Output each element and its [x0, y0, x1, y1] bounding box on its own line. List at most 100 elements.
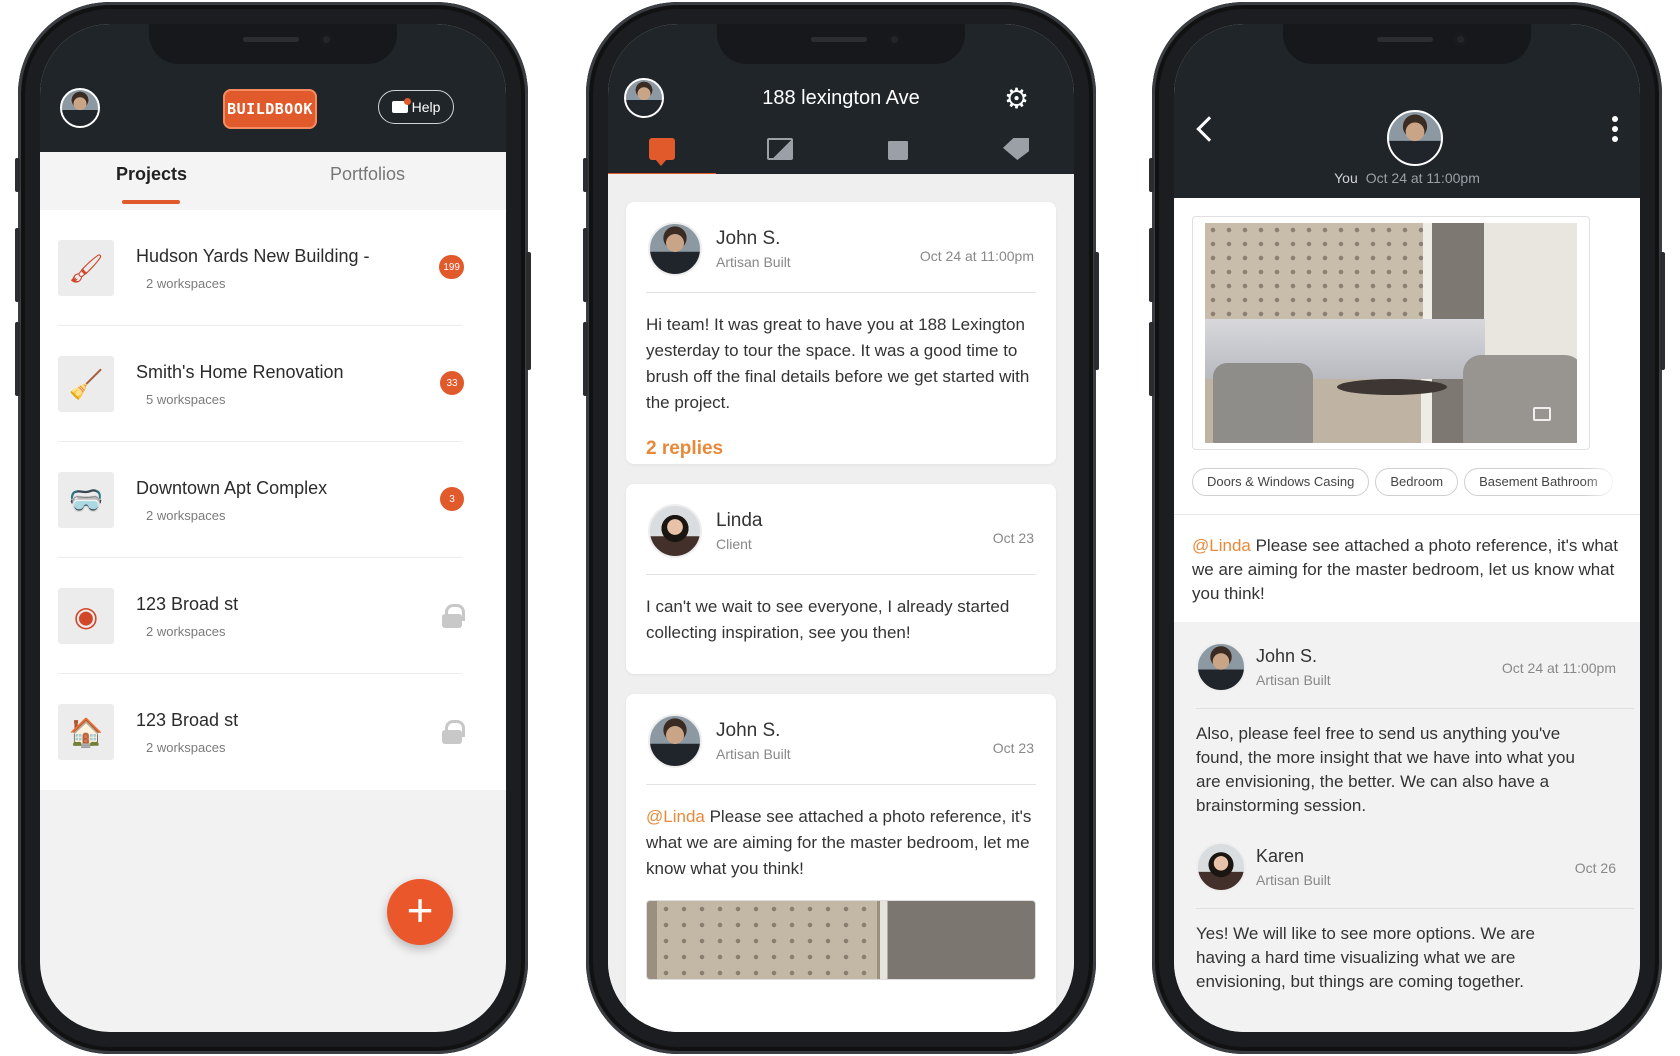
reply-body: Yes! We will like to see more options. W… — [1196, 924, 1535, 991]
author-name: Linda — [716, 510, 763, 531]
tag-icon — [1003, 138, 1029, 160]
tag-list: Doors & Windows Casing Bedroom Basement Ba… — [1192, 468, 1622, 498]
project-list: 🖌 Hudson Yards New Building - 2 workspac… — [40, 210, 506, 790]
tab-bar: Projects Portfolios — [40, 152, 506, 210]
phone-feed: 188 lexington Ave ⚙ John S. Artisan Buil… — [583, 2, 1099, 1054]
project-row[interactable]: 🖌 Hudson Yards New Building - 2 workspac… — [58, 210, 464, 326]
active-tab-indicator — [122, 200, 180, 204]
mention[interactable]: @Linda — [1192, 536, 1251, 555]
author-name: John S. — [1256, 646, 1318, 666]
project-title: 123 Broad st — [136, 594, 239, 614]
project-workspaces: 5 workspaces — [146, 392, 226, 407]
paint-roller-icon: 🖌 — [58, 240, 114, 296]
message-body: I can't we wait to see everyone, I alrea… — [646, 597, 1010, 642]
bedroom-photo — [1205, 223, 1577, 443]
project-workspaces: 2 workspaces — [146, 624, 226, 639]
mention[interactable]: @Linda — [646, 807, 705, 826]
unread-badge: 199 — [439, 255, 464, 279]
author-role: Artisan Built — [1256, 672, 1331, 688]
timestamp: Oct 24 at 11:00pm — [919, 248, 1034, 264]
tab-portfolios[interactable]: Portfolios — [330, 164, 405, 185]
project-row[interactable]: 🏠 123 Broad st 2 workspaces — [58, 674, 465, 790]
author-role: Client — [716, 536, 752, 552]
message-body: Hi team! It was great to have you at 188… — [646, 315, 1030, 412]
project-title: Smith's Home Renovation — [136, 362, 344, 382]
tape-measure-icon: ◉ — [58, 588, 114, 644]
lock-icon — [442, 720, 465, 744]
back-icon[interactable] — [1196, 116, 1222, 142]
notch — [1283, 24, 1531, 64]
tab-projects[interactable]: Projects — [116, 164, 187, 185]
reply-list: John S. Artisan Built Oct 24 at 11:00pm … — [1174, 622, 1640, 1032]
screen: You Oct 24 at 11:00pm Doors & Windows Cas… — [1174, 24, 1640, 1032]
stage: BUILDBOOK Help Projects Portfolios 🖌 Hud… — [0, 0, 1680, 1056]
phone-projects: BUILDBOOK Help Projects Portfolios 🖌 Hud… — [15, 2, 531, 1054]
house-icon: 🏠 — [58, 704, 114, 760]
post-body: @Linda Please see attached a photo refer… — [1192, 534, 1622, 606]
lock-icon — [442, 604, 465, 628]
avatar — [648, 714, 702, 768]
author-name: You — [1334, 170, 1358, 186]
project-workspaces: 2 workspaces — [146, 276, 226, 291]
reply-body: Also, please feel free to send us anythi… — [1196, 724, 1575, 815]
screen: BUILDBOOK Help Projects Portfolios 🖌 Hud… — [40, 24, 506, 1032]
avatar — [1196, 642, 1246, 692]
project-workspaces: 2 workspaces — [146, 740, 226, 755]
project-row[interactable]: ◉ 123 Broad st 2 workspaces — [58, 558, 465, 674]
phone-thread: You Oct 24 at 11:00pm Doors & Windows Cas… — [1149, 2, 1665, 1054]
buildbook-logo: BUILDBOOK — [223, 89, 317, 129]
tab-photos[interactable] — [726, 134, 834, 174]
tab-tags[interactable] — [962, 134, 1070, 174]
author-name: Karen — [1256, 846, 1305, 866]
message-card[interactable]: John S. Artisan Built Oct 24 at 11:00pm … — [626, 202, 1056, 464]
post-meta: You Oct 24 at 11:00pm — [1174, 170, 1640, 186]
timestamp: Oct 26 — [1574, 860, 1616, 876]
notch — [717, 24, 965, 64]
original-post: Doors & Windows Casing Bedroom Basement Ba… — [1174, 198, 1640, 622]
timestamp: Oct 23 — [992, 530, 1034, 546]
author-role: Artisan Built — [716, 254, 791, 270]
unread-badge: 3 — [440, 487, 464, 511]
project-row[interactable]: 🥽 Downtown Apt Complex 2 workspaces 3 — [58, 442, 464, 558]
author-role: Artisan Built — [1256, 872, 1331, 888]
tab-messages[interactable] — [608, 134, 716, 176]
document-icon — [888, 138, 908, 160]
safety-goggles-icon: 🥽 — [58, 472, 114, 528]
replies-link[interactable]: 2 replies — [646, 438, 723, 460]
tag-chip[interactable]: Bedroom — [1375, 468, 1459, 496]
gallery-icon — [1533, 407, 1551, 421]
tag-chip[interactable]: Basement Bathroom — [1464, 468, 1613, 496]
message-card[interactable]: John S. Artisan Built Oct 23 @Linda Plea… — [626, 694, 1056, 1032]
section-tabs — [608, 134, 1074, 176]
author-avatar — [1387, 110, 1443, 166]
project-title: Downtown Apt Complex — [136, 478, 328, 498]
message-feed: John S. Artisan Built Oct 24 at 11:00pm … — [608, 174, 1074, 1032]
user-avatar[interactable] — [60, 88, 100, 128]
message-card[interactable]: Linda Client Oct 23 I can't we wait to s… — [626, 484, 1056, 674]
add-project-button[interactable]: + — [387, 879, 453, 945]
post-text: Please see attached a photo reference, i… — [1192, 536, 1618, 603]
tag-chip[interactable]: Doors & Windows Casing — [1192, 468, 1370, 496]
author-name: John S. — [716, 228, 781, 249]
image-icon — [767, 138, 793, 160]
help-label: Help — [411, 99, 441, 115]
help-button[interactable]: Help — [378, 90, 454, 124]
putty-knife-icon: 🧹 — [58, 356, 114, 412]
avatar — [648, 504, 702, 558]
chat-bubble-icon — [391, 98, 411, 113]
project-row[interactable]: 🧹 Smith's Home Renovation 5 workspaces 3… — [58, 326, 464, 442]
tab-files[interactable] — [844, 134, 952, 174]
chat-icon — [649, 138, 675, 166]
attached-photo[interactable] — [646, 900, 1036, 980]
notch — [149, 24, 397, 64]
more-options-icon[interactable] — [1612, 116, 1618, 146]
timestamp: Oct 24 at 11:00pm — [1365, 170, 1480, 186]
timestamp: Oct 23 — [992, 740, 1034, 756]
message-body: @Linda Please see attached a photo refer… — [646, 804, 1032, 882]
project-title: 123 Broad st — [136, 710, 239, 730]
screen: 188 lexington Ave ⚙ John S. Artisan Buil… — [608, 24, 1074, 1032]
project-title: Hudson Yards New Building - — [136, 246, 370, 266]
attached-photo[interactable] — [1192, 216, 1590, 450]
unread-badge: 33 — [440, 371, 464, 395]
gear-icon[interactable]: ⚙ — [1004, 85, 1029, 113]
